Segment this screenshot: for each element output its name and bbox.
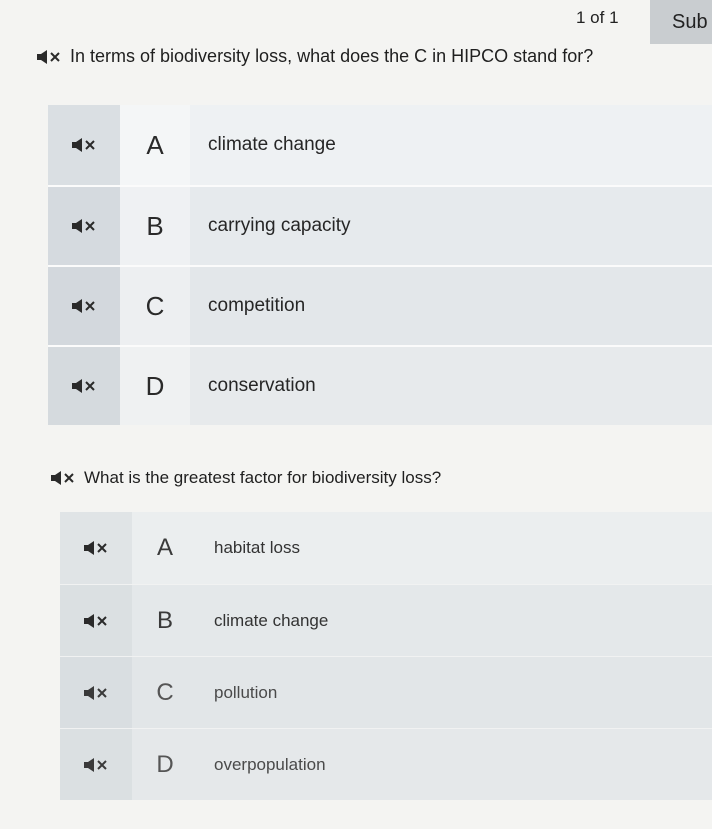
question-1-text: In terms of biodiversity loss, what does… — [70, 46, 594, 66]
page-count: 1 of 1 — [576, 8, 619, 27]
speaker-muted-icon[interactable] — [50, 470, 76, 486]
question-2: What is the greatest factor for biodiver… — [50, 468, 441, 488]
option-text: climate change — [214, 610, 329, 630]
option-text: competition — [208, 295, 306, 316]
option-letter: D — [120, 347, 190, 425]
speaker-muted-icon[interactable] — [60, 729, 132, 800]
option-letter: C — [120, 267, 190, 345]
option-text: conservation — [208, 375, 316, 396]
question-2-text: What is the greatest factor for biodiver… — [84, 468, 442, 487]
option-text: pollution — [214, 682, 278, 702]
option-letter: B — [120, 187, 190, 265]
submit-button[interactable]: Sub — [650, 0, 712, 44]
speaker-muted-icon[interactable] — [48, 105, 120, 185]
option-text: overpopulation — [214, 754, 326, 774]
option-q2-b[interactable]: B climate change — [60, 584, 712, 656]
option-q2-c[interactable]: C pollution — [60, 656, 712, 728]
option-q1-b[interactable]: B carrying capacity — [48, 185, 712, 265]
option-letter: D — [156, 750, 174, 778]
speaker-muted-icon[interactable] — [48, 187, 120, 265]
speaker-muted-icon[interactable] — [60, 585, 132, 656]
speaker-muted-icon[interactable] — [60, 512, 132, 584]
speaker-muted-icon[interactable] — [48, 347, 120, 425]
option-q1-c[interactable]: C competition — [48, 265, 712, 345]
option-letter: C — [156, 678, 174, 706]
top-bar: 1 of 1 Sub — [0, 0, 712, 48]
option-text: climate change — [208, 134, 336, 155]
option-letter: B — [156, 606, 173, 634]
option-q1-d[interactable]: D conservation — [48, 345, 712, 425]
question-1: In terms of biodiversity loss, what does… — [36, 46, 593, 67]
question-1-options: A climate change B carrying capacity C c… — [48, 105, 712, 425]
option-q2-a[interactable]: A habitat loss — [60, 512, 712, 584]
speaker-muted-icon[interactable] — [36, 49, 62, 65]
option-text: carrying capacity — [208, 215, 351, 236]
speaker-muted-icon[interactable] — [48, 267, 120, 345]
option-letter: A — [156, 534, 173, 561]
option-letter: A — [120, 105, 190, 185]
option-q1-a[interactable]: A climate change — [48, 105, 712, 185]
speaker-muted-icon[interactable] — [60, 657, 132, 728]
option-text: habitat loss — [214, 538, 300, 557]
option-q2-d[interactable]: D overpopulation — [60, 728, 712, 800]
question-2-options: A habitat loss B climate change C pollut… — [60, 512, 712, 800]
